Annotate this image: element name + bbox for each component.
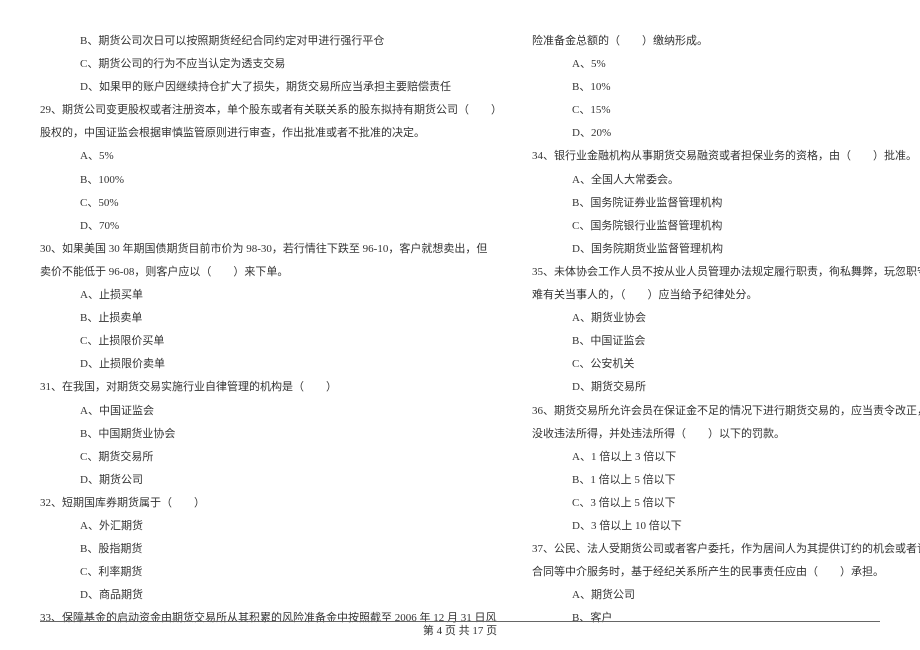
text-line: B、10% (532, 76, 920, 99)
text-line: C、50% (40, 192, 502, 215)
text-line: B、中国证监会 (532, 330, 920, 353)
page-footer: 第 4 页 共 17 页 (0, 622, 920, 638)
text-line: A、外汇期货 (40, 515, 502, 538)
text-line: C、15% (532, 99, 920, 122)
page-content: B、期货公司次日可以按照期货经纪合同约定对甲进行强行平仓C、期货公司的行为不应当… (40, 30, 880, 610)
text-line: B、止损卖单 (40, 307, 502, 330)
text-line: 36、期货交易所允许会员在保证金不足的情况下进行期货交易的，应当责令改正，给予警… (532, 400, 920, 423)
text-line: B、中国期货业协会 (40, 423, 502, 446)
text-line: D、如果甲的账户因继续持仓扩大了损失，期货交易所应当承担主要赔偿责任 (40, 76, 502, 99)
text-line: D、止损限价卖单 (40, 353, 502, 376)
text-line: A、全国人大常委会。 (532, 169, 920, 192)
text-line: D、商品期货 (40, 584, 502, 607)
text-line: D、3 倍以上 10 倍以下 (532, 515, 920, 538)
text-line: B、1 倍以上 5 倍以下 (532, 469, 920, 492)
text-line: 32、短期国库券期货属于（ ） (40, 492, 502, 515)
text-line: B、股指期货 (40, 538, 502, 561)
text-line: D、期货公司 (40, 469, 502, 492)
text-line: B、期货公司次日可以按照期货经纪合同约定对甲进行强行平仓 (40, 30, 502, 53)
text-line: C、止损限价买单 (40, 330, 502, 353)
text-line: D、国务院期货业监督管理机构 (532, 238, 920, 261)
text-line: 35、未体协会工作人员不按从业人员管理办法规定履行职责，徇私舞弊，玩忽职守或者故… (532, 261, 920, 284)
text-line: C、期货公司的行为不应当认定为透支交易 (40, 53, 502, 76)
text-line: A、止损买单 (40, 284, 502, 307)
text-line: 难有关当事人的，（ ）应当给予纪律处分。 (532, 284, 920, 307)
text-line: A、期货公司 (532, 584, 920, 607)
text-line: A、1 倍以上 3 倍以下 (532, 446, 920, 469)
text-line: B、100% (40, 169, 502, 192)
text-line: A、5% (40, 145, 502, 168)
text-line: 31、在我国，对期货交易实施行业自律管理的机构是（ ） (40, 376, 502, 399)
text-line: C、期货交易所 (40, 446, 502, 469)
text-line: A、中国证监会 (40, 400, 502, 423)
text-line: 合同等中介服务时，基于经纪关系所产生的民事责任应由（ ）承担。 (532, 561, 920, 584)
text-line: 37、公民、法人受期货公司或者客户委托，作为居间人为其提供订约的机会或者订立期货… (532, 538, 920, 561)
text-line: 险准备金总额的（ ）缴纳形成。 (532, 30, 920, 53)
right-column: 险准备金总额的（ ）缴纳形成。A、5%B、10%C、15%D、20%34、银行业… (532, 30, 920, 610)
text-line: D、70% (40, 215, 502, 238)
text-line: 卖价不能低于 96-08，则客户应以（ ）来下单。 (40, 261, 502, 284)
text-line: 29、期货公司变更股权或者注册资本，单个股东或者有关联关系的股东拟持有期货公司（… (40, 99, 502, 122)
text-line: C、公安机关 (532, 353, 920, 376)
text-line: C、3 倍以上 5 倍以下 (532, 492, 920, 515)
text-line: B、国务院证券业监督管理机构 (532, 192, 920, 215)
text-line: 没收违法所得，并处违法所得（ ）以下的罚款。 (532, 423, 920, 446)
text-line: 30、如果美国 30 年期国债期货目前市价为 98-30，若行情往下跌至 96-… (40, 238, 502, 261)
text-line: A、5% (532, 53, 920, 76)
text-line: C、利率期货 (40, 561, 502, 584)
text-line: C、国务院银行业监督管理机构 (532, 215, 920, 238)
text-line: A、期货业协会 (532, 307, 920, 330)
left-column: B、期货公司次日可以按照期货经纪合同约定对甲进行强行平仓C、期货公司的行为不应当… (40, 30, 502, 610)
text-line: 股权的，中国证监会根据审慎监管原则进行审查，作出批准或者不批准的决定。 (40, 122, 502, 145)
text-line: D、期货交易所 (532, 376, 920, 399)
text-line: D、20% (532, 122, 920, 145)
text-line: 34、银行业金融机构从事期货交易融资或者担保业务的资格，由（ ）批准。 (532, 145, 920, 168)
